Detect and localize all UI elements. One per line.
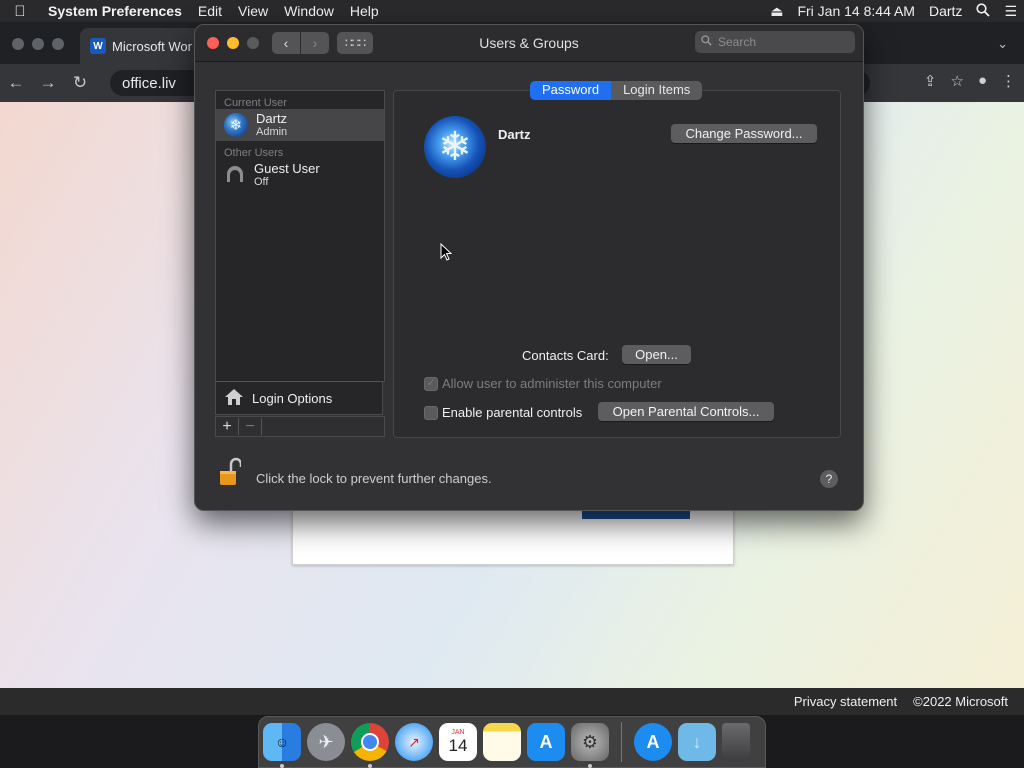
user-name: Guest User (254, 160, 320, 176)
allow-admin-checkbox[interactable]: ✓ (424, 377, 438, 391)
window-titlebar: ‹ › ∷∷∷ Users & Groups Search (195, 25, 863, 62)
menu-extras: ⏏ Fri Jan 14 8:44 AM Dartz ☰ (763, 3, 1024, 20)
dock-separator (621, 722, 622, 762)
dock: ☺ ✈ ↗ JAN 14 A ⚙ A ↓ (258, 716, 766, 768)
remove-user-button[interactable]: − (239, 418, 262, 435)
notes-icon[interactable] (483, 723, 521, 761)
privacy-link[interactable]: Privacy statement (794, 694, 897, 709)
browser-window-controls (12, 38, 64, 50)
copyright-text: ©2022 Microsoft (913, 694, 1008, 709)
user-role: Admin (256, 125, 288, 138)
back-arrow-icon[interactable]: ← (0, 73, 32, 93)
login-options-item[interactable]: Login Options (215, 381, 383, 415)
finder-icon[interactable]: ☺ (263, 723, 301, 768)
safari-icon[interactable]: ↗ (395, 723, 433, 761)
snowflake-avatar-icon: ❄ (224, 113, 248, 137)
unlocked-padlock-icon[interactable] (219, 457, 243, 487)
user-role: Off (254, 175, 269, 188)
tab-login-items[interactable]: Login Items (611, 81, 702, 100)
change-password-button[interactable]: Change Password... (671, 124, 817, 143)
trash-icon[interactable] (722, 723, 750, 761)
help-button[interactable]: ? (820, 470, 838, 488)
menu-edit[interactable]: Edit (190, 3, 230, 19)
web-dialog-card (292, 505, 734, 565)
menu-user[interactable]: Dartz (922, 3, 969, 19)
user-item-guest[interactable]: Guest User Off (216, 159, 384, 191)
calendar-day: 14 (448, 736, 468, 755)
more-icon[interactable]: ⋮ (1001, 72, 1016, 90)
chevron-down-icon[interactable]: ⌄ (997, 36, 1008, 52)
spotlight-icon[interactable] (969, 2, 997, 20)
launchpad-icon[interactable]: ✈ (307, 723, 345, 761)
section-current-user: Current User (224, 97, 287, 109)
browser-actions: ⇪ ☆ ● ⋮ (924, 72, 1016, 90)
downloads-folder-icon[interactable]: ↓ (678, 723, 716, 761)
open-parental-controls-button[interactable]: Open Parental Controls... (598, 402, 774, 421)
menu-bar:  System Preferences Edit View Window He… (0, 0, 1024, 22)
system-preferences-icon[interactable]: ⚙ (571, 723, 609, 768)
star-icon[interactable]: ☆ (950, 72, 963, 90)
control-center-icon[interactable]: ☰ (997, 3, 1024, 20)
search-placeholder: Search (718, 35, 757, 49)
menu-clock[interactable]: Fri Jan 14 8:44 AM (790, 3, 922, 19)
selected-user-name: Dartz (498, 127, 531, 142)
eject-icon[interactable]: ⏏ (763, 3, 790, 20)
section-other-users: Other Users (224, 147, 284, 159)
add-user-button[interactable]: + (216, 418, 239, 435)
guest-user-icon (224, 164, 246, 186)
search-icon (701, 35, 712, 49)
user-name: Dartz (256, 110, 288, 126)
word-icon: W (90, 38, 106, 54)
calendar-icon[interactable]: JAN 14 (439, 723, 477, 761)
user-item-dartz[interactable]: ❄ Dartz Admin (216, 109, 384, 141)
tab-segmented-control: Password Login Items (530, 81, 703, 100)
contacts-card-label: Contacts Card: (522, 348, 609, 363)
app-store-folder-icon[interactable]: A (634, 723, 672, 761)
add-remove-bar: + − (215, 416, 385, 437)
menu-app-name[interactable]: System Preferences (40, 3, 190, 19)
user-avatar[interactable]: ❄ (424, 116, 486, 178)
menu-window[interactable]: Window (276, 3, 342, 19)
browser-tab[interactable]: W Microsoft Wor (80, 28, 200, 64)
tab-password[interactable]: Password (530, 81, 612, 100)
parental-controls-checkbox[interactable] (424, 406, 438, 420)
apple-logo-icon[interactable]:  (0, 3, 40, 20)
parental-controls-label: Enable parental controls (442, 405, 583, 420)
menu-view[interactable]: View (230, 3, 276, 19)
users-list: Current User ❄ Dartz Admin Other Users G… (215, 90, 385, 382)
search-field[interactable]: Search (695, 31, 855, 53)
chrome-icon[interactable] (351, 723, 389, 768)
open-contacts-button[interactable]: Open... (622, 345, 691, 364)
app-store-icon[interactable]: A (527, 723, 565, 761)
login-options-label: Login Options (252, 390, 333, 406)
address-text: office.liv (122, 74, 176, 92)
users-groups-window: ‹ › ∷∷∷ Users & Groups Search Current Us… (194, 24, 864, 511)
forward-arrow-icon[interactable]: → (32, 73, 64, 93)
house-icon (224, 387, 244, 410)
profile-icon[interactable]: ● (978, 72, 987, 90)
reload-icon[interactable]: ↻ (64, 73, 96, 93)
allow-admin-label: Allow user to administer this computer (442, 376, 662, 391)
menu-help[interactable]: Help (342, 3, 387, 19)
mouse-pointer-icon (440, 242, 453, 266)
web-footer: Privacy statement ©2022 Microsoft (0, 688, 1024, 715)
lock-message: Click the lock to prevent further change… (256, 471, 492, 486)
share-icon[interactable]: ⇪ (924, 72, 937, 90)
browser-tab-title: Microsoft Wor (112, 38, 192, 54)
